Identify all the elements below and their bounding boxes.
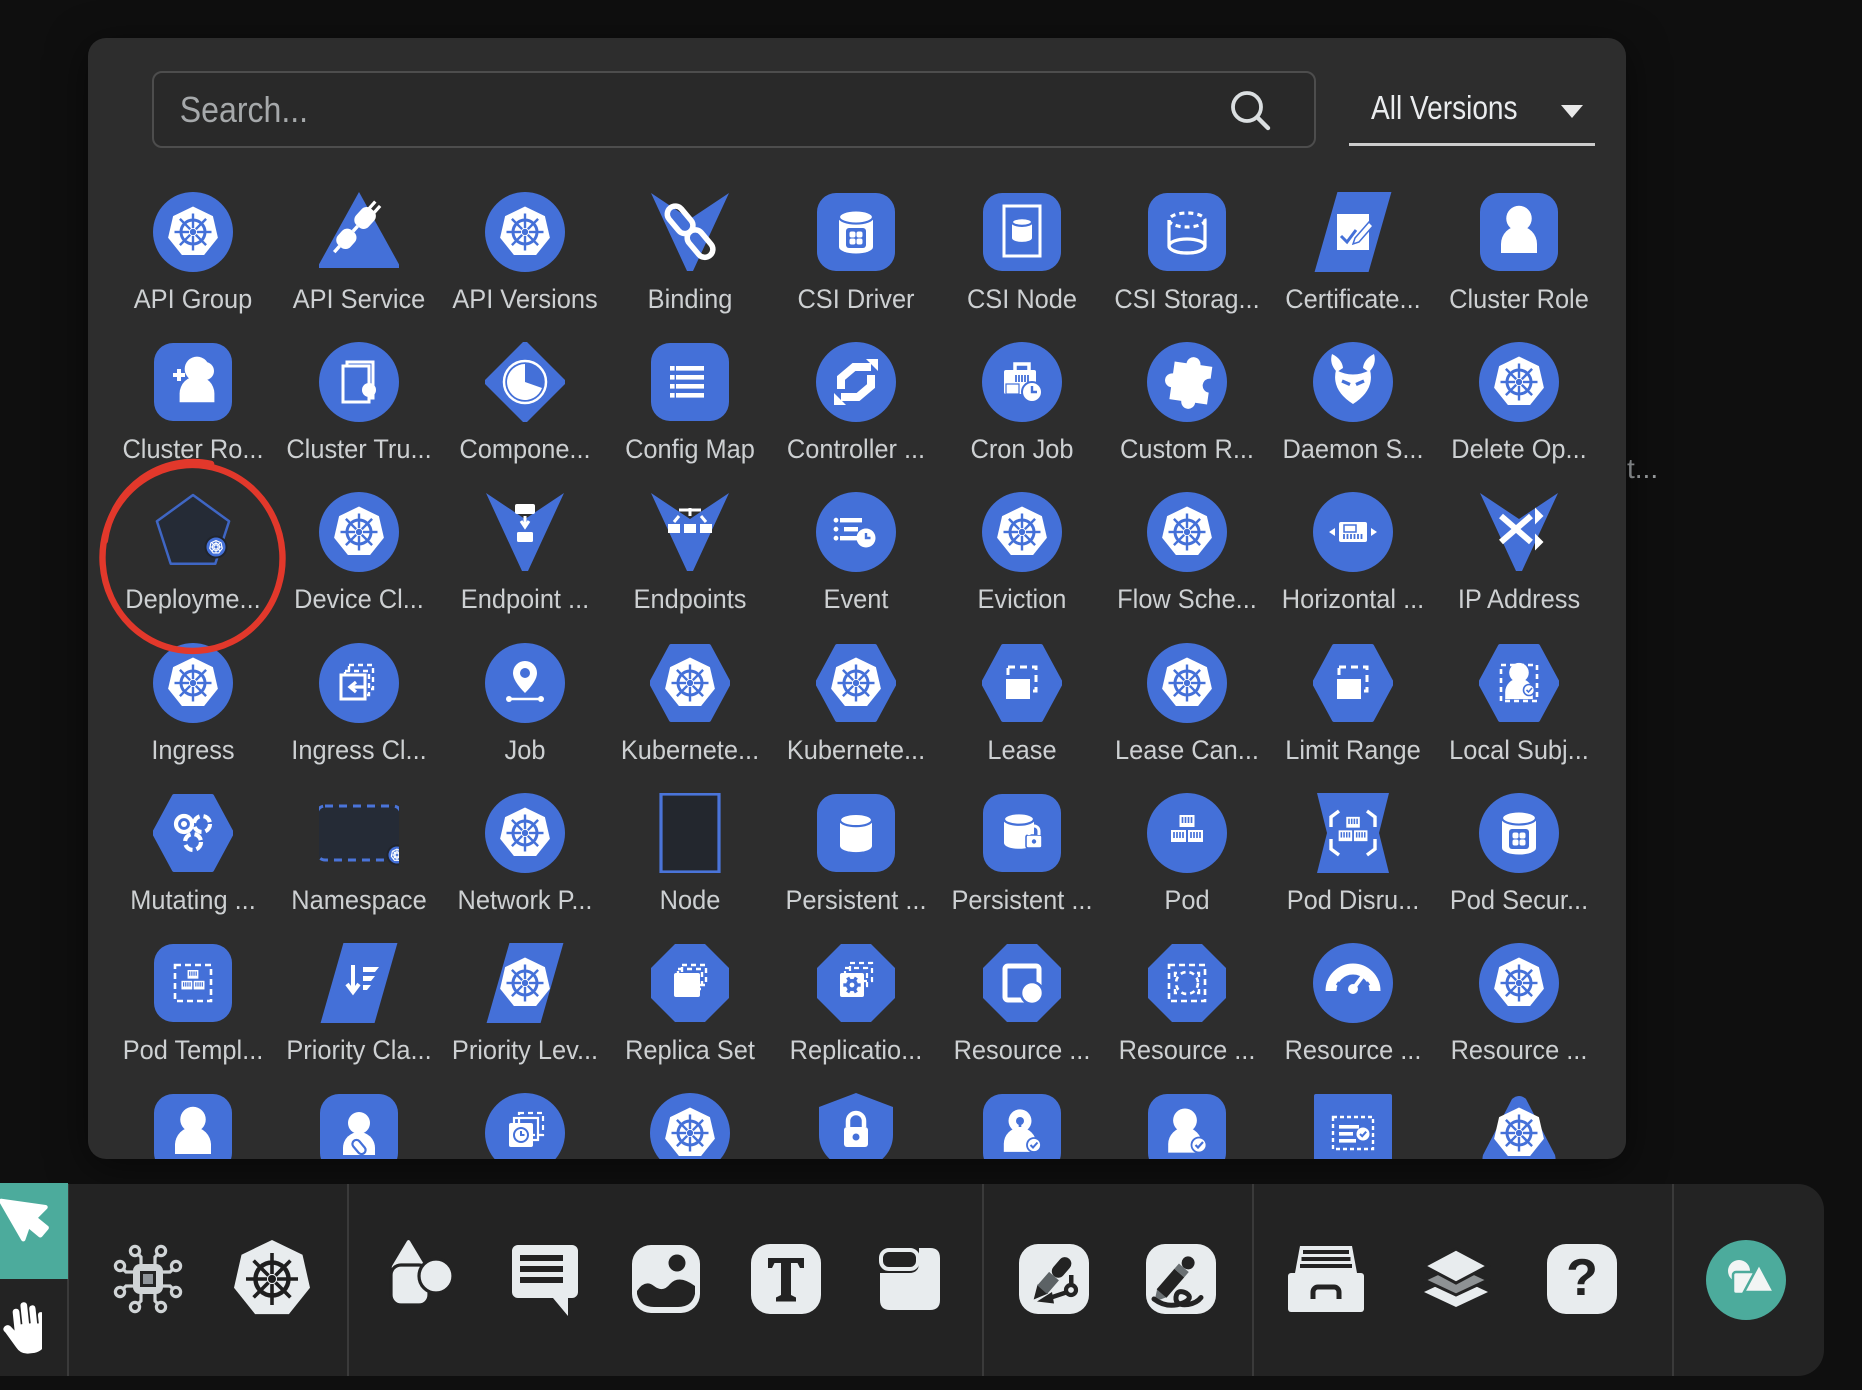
- svg-text:?: ?: [1566, 1249, 1598, 1307]
